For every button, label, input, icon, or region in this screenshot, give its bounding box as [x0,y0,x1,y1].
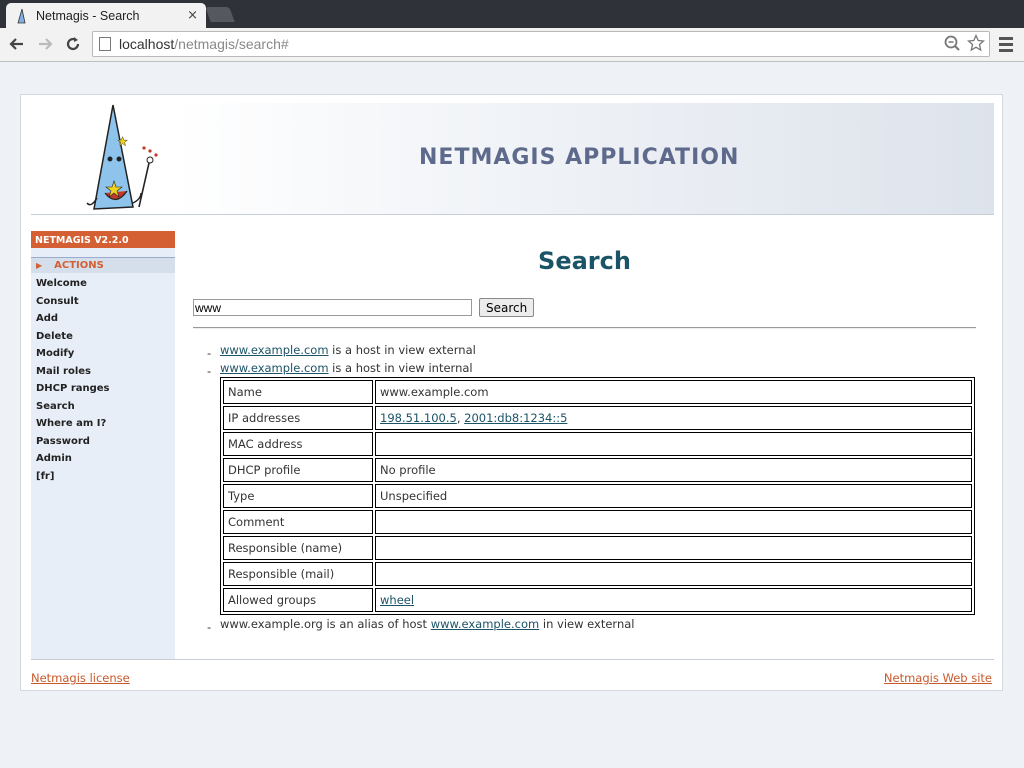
page-icon [99,37,111,51]
table-row: Responsible (mail) [223,562,972,586]
sidebar-item-dhcp-ranges[interactable]: DHCP ranges [36,380,175,398]
sidebar-item-add[interactable]: Add [36,310,175,328]
sidebar-item-modify[interactable]: Modify [36,345,175,363]
row-key: Name [223,380,373,404]
sidebar: NETMAGIS V2.2.0 ▶ ACTIONS Welcome Consul… [31,231,175,660]
row-key: MAC address [223,432,373,456]
website-link[interactable]: Netmagis Web site [884,671,992,685]
browser-toolbar: localhost/netmagis/search# [0,28,1024,62]
sidebar-item-language[interactable]: [fr] [36,468,175,486]
row-value: No profile [375,458,972,482]
table-row: Comment [223,510,972,534]
row-key: Responsible (mail) [223,562,373,586]
page-container: NETMAGIS APPLICATION NETMAGIS V2.2.0 ▶ A… [20,94,1003,691]
close-tab-icon[interactable]: × [187,8,198,23]
table-row: Allowed groups wheel [223,588,972,612]
search-button[interactable]: Search [479,298,535,317]
row-key: Responsible (name) [223,536,373,560]
list-item: - www.example.com is a host in view inte… [207,359,977,615]
row-value: Unspecified [375,484,972,508]
table-row: Name www.example.com [223,380,972,404]
result-host-link[interactable]: www.example.com [220,361,329,375]
forward-arrow-icon[interactable] [33,32,57,56]
tab-bar: Netmagis - Search × [0,0,1024,28]
row-key: IP addresses [223,406,373,430]
triangle-right-icon: ▶ [36,261,43,270]
row-key: Comment [223,510,373,534]
sidebar-nav: Welcome Consult Add Delete Modify Mail r… [31,275,175,485]
result-host-link[interactable]: www.example.com [220,343,329,357]
back-arrow-icon[interactable] [5,32,29,56]
row-value: 198.51.100.5, 2001:db8:1234::5 [375,406,972,430]
reload-icon[interactable] [61,32,85,56]
sidebar-item-admin[interactable]: Admin [36,450,175,468]
search-input[interactable] [193,299,472,316]
host-details-table: Name www.example.com IP addresses 198.51… [220,377,975,615]
row-value [375,432,972,456]
list-item: - www.example.com is a host in view exte… [207,341,977,360]
zoom-icon[interactable] [943,34,961,52]
footer-left: Netmagis license [31,671,130,685]
row-value [375,536,972,560]
sidebar-item-where-am-i[interactable]: Where am I? [36,415,175,433]
sidebar-item-delete[interactable]: Delete [36,328,175,346]
search-form: Search [193,298,535,317]
alias-suffix: in view external [539,617,635,631]
footer-right: Netmagis Web site [884,671,992,685]
sidebar-item-search[interactable]: Search [36,398,175,416]
actions-section-header[interactable]: ▶ ACTIONS [31,257,175,273]
browser-menu-icon[interactable] [996,33,1016,55]
sidebar-item-password[interactable]: Password [36,433,175,451]
version-badge: NETMAGIS V2.2.0 [31,231,175,248]
alias-text: www.example.org is an alias of host [220,617,431,631]
tab-title: Netmagis - Search [36,8,140,23]
url-text: localhost/netmagis/search# [119,36,289,52]
address-bar[interactable]: localhost/netmagis/search# [92,31,990,57]
table-row: Type Unspecified [223,484,972,508]
license-link[interactable]: Netmagis license [31,671,130,685]
bookmark-star-icon[interactable] [967,34,985,52]
row-key: DHCP profile [223,458,373,482]
divider [193,327,976,329]
row-key: Allowed groups [223,588,373,612]
row-value: www.example.com [375,380,972,404]
list-item: - www.example.org is an alias of host ww… [207,615,977,634]
row-value [375,510,972,534]
sidebar-item-consult[interactable]: Consult [36,293,175,311]
new-tab-button[interactable] [205,7,235,22]
bullet-dash: - [207,364,212,378]
group-link[interactable]: wheel [380,593,414,607]
header-banner: NETMAGIS APPLICATION [31,103,994,215]
row-value [375,562,972,586]
result-text: is a host in view external [328,343,476,357]
wizard-favicon-icon [17,8,26,23]
sidebar-item-mail-roles[interactable]: Mail roles [36,363,175,381]
app-title: NETMAGIS APPLICATION [419,145,740,170]
footer-divider [31,659,994,660]
table-row: DHCP profile No profile [223,458,972,482]
row-key: Type [223,484,373,508]
page-title: Search [538,247,631,275]
row-value: wheel [375,588,972,612]
bullet-dash: - [207,620,212,634]
search-results: - www.example.com is a host in view exte… [207,341,977,634]
alias-host-link[interactable]: www.example.com [431,617,540,631]
actions-label: ACTIONS [54,260,104,271]
result-text: is a host in view internal [328,361,473,375]
wizard-logo-icon [86,104,158,210]
browser-tab[interactable]: Netmagis - Search × [6,3,206,28]
ipv6-address-link[interactable]: 2001:db8:1234::5 [464,411,567,425]
table-row: Responsible (name) [223,536,972,560]
table-row: MAC address [223,432,972,456]
table-row: IP addresses 198.51.100.5, 2001:db8:1234… [223,406,972,430]
ipv4-address-link[interactable]: 198.51.100.5 [380,411,457,425]
sidebar-item-welcome[interactable]: Welcome [36,275,175,293]
